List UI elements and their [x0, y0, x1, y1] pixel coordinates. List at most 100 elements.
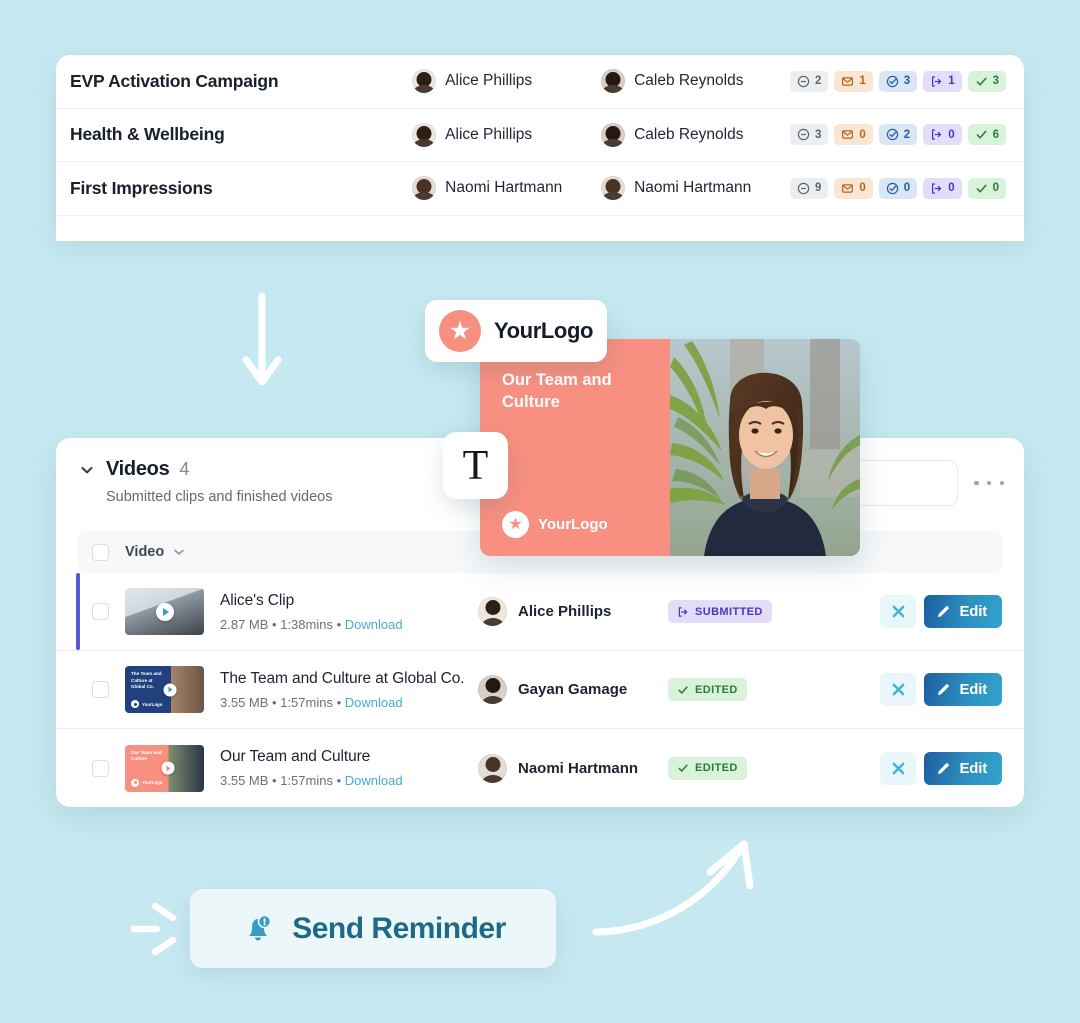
separator: •	[272, 616, 281, 632]
pencil-icon	[938, 683, 950, 696]
download-link[interactable]: Download	[345, 617, 403, 632]
status-badge[interactable]: 3	[878, 70, 918, 92]
edit-button[interactable]: Edit	[924, 673, 1002, 706]
submitted-icon	[932, 129, 942, 140]
down-arrow-icon	[242, 292, 282, 386]
pencil-icon	[938, 762, 950, 774]
text-tool-chip[interactable]: T	[443, 432, 508, 499]
videos-count: 4	[179, 459, 190, 479]
video-title: Alice's Clip	[220, 591, 295, 609]
download-link[interactable]: Download	[345, 773, 403, 788]
separator: •	[272, 773, 281, 788]
duration: 1:38mins	[280, 616, 333, 632]
logo-chip[interactable]: ★ YourLogo	[425, 300, 607, 362]
badge-count: 2	[814, 75, 822, 88]
file-size: 3.55 MB	[220, 694, 269, 710]
curved-arrow-decoration	[592, 840, 754, 936]
video-thumbnail[interactable]	[125, 588, 204, 635]
status-badge[interactable]: 1	[923, 70, 962, 92]
play-icon	[155, 602, 174, 621]
separator: •	[336, 694, 345, 710]
campaign-name: First Impressions	[70, 177, 213, 198]
chevron-down-icon[interactable]	[172, 545, 186, 559]
row-checkbox[interactable]	[92, 603, 109, 620]
badge-count: 0	[948, 128, 955, 141]
badge-count: 3	[903, 75, 911, 88]
text-tool-glyph: T	[462, 442, 489, 489]
status-badge[interactable]: 3	[967, 70, 1006, 92]
video-thumbnail[interactable]: The Team and Culture at Global Co. YourL…	[125, 666, 204, 713]
status-label: EDITED	[695, 683, 738, 696]
collapse-toggle[interactable]	[78, 461, 96, 479]
owner-name: Naomi Hartmann	[518, 759, 639, 777]
edit-button[interactable]: Edit	[924, 751, 1002, 785]
table-row-partial[interactable]	[56, 216, 1024, 242]
status-badge[interactable]: 0	[834, 124, 873, 146]
avatar	[601, 122, 626, 147]
remove-button[interactable]	[880, 751, 917, 785]
status-badge[interactable]: 9	[789, 177, 829, 199]
check-circle-icon	[886, 129, 899, 141]
more-options-button[interactable]	[974, 474, 1004, 492]
remove-button[interactable]	[880, 673, 917, 706]
status-badge[interactable]: 0	[834, 177, 873, 199]
row-checkbox[interactable]	[92, 681, 109, 698]
status-label: SUBMITTED	[695, 605, 763, 618]
star-icon	[131, 700, 139, 708]
send-reminder-label: Send Reminder	[292, 911, 506, 945]
table-row[interactable]: First Impressions Naomi Hartmann Naomi H…	[56, 162, 1024, 216]
status-badge[interactable]: 6	[967, 124, 1006, 146]
edit-label: Edit	[959, 759, 987, 777]
video-title: Our Team and Culture	[220, 748, 371, 765]
video-subtext: 3.55 MB • 1:57mins • Download	[220, 773, 478, 788]
check-circle-icon	[886, 182, 899, 194]
page-root: EVP Activation Campaign Alice Phillips C…	[0, 0, 1080, 1023]
list-item[interactable]: The Team and Culture at Global Co. YourL…	[56, 651, 1024, 729]
badge-count: 6	[992, 128, 999, 141]
file-size: 3.55 MB	[220, 773, 269, 788]
thumbnail-logo: YourLogo	[131, 778, 162, 787]
star-glyph: ★	[448, 316, 472, 345]
status-badge[interactable]: 0	[923, 124, 962, 146]
thumbnail-logo: YourLogo	[131, 700, 162, 708]
check-icon	[976, 184, 987, 193]
table-row[interactable]: Health & Wellbeing Alice Phillips Caleb …	[56, 109, 1024, 162]
status-badge[interactable]: 1	[834, 70, 873, 92]
select-all-checkbox[interactable]	[92, 543, 109, 561]
status-badge[interactable]: 3	[789, 124, 829, 146]
row-checkbox[interactable]	[92, 759, 109, 777]
status-badge-group: 3 0 2 0 6	[789, 124, 1006, 146]
campaign-owner: Alice Phillips	[412, 69, 601, 94]
play-icon	[163, 683, 177, 696]
status-badge[interactable]: 2	[878, 124, 918, 146]
remove-button[interactable]	[880, 595, 917, 628]
status-badge: EDITED	[668, 756, 747, 780]
row-actions: Edit	[880, 751, 1002, 785]
download-link[interactable]: Download	[345, 695, 403, 710]
file-size: 2.87 MB	[220, 616, 269, 632]
edit-label: Edit	[959, 603, 987, 620]
separator: •	[272, 694, 281, 710]
badge-count: 0	[859, 128, 866, 141]
table-row[interactable]: EVP Activation Campaign Alice Phillips C…	[56, 55, 1024, 109]
owner-name: Alice Phillips	[518, 603, 612, 620]
status-badge[interactable]: 0	[967, 177, 1006, 199]
edit-button[interactable]: Edit	[924, 595, 1002, 628]
avatar	[478, 675, 507, 704]
video-thumbnail[interactable]: Our Team and Culture YourLogo	[125, 744, 204, 792]
minus-circle-icon	[797, 182, 810, 194]
send-reminder-button[interactable]: Send Reminder	[190, 889, 556, 968]
status-badge[interactable]: 0	[878, 177, 918, 199]
dot	[986, 480, 992, 486]
status-badge[interactable]: 2	[789, 70, 829, 92]
owner-name: Alice Phillips	[445, 72, 533, 90]
video-preview-card[interactable]: Our Team and Culture ★ YourLogo	[480, 339, 860, 556]
status-badge[interactable]: 0	[923, 177, 962, 199]
minus-circle-icon	[797, 129, 810, 141]
list-item[interactable]: Alice's Clip 2.87 MB • 1:38mins • Downlo…	[56, 573, 1024, 651]
pencil-icon	[938, 605, 950, 618]
list-item[interactable]: Our Team and Culture YourLogo Our Team a…	[56, 729, 1024, 807]
status-badge: EDITED	[668, 678, 747, 701]
check-icon	[678, 685, 688, 694]
preview-logo-text: YourLogo	[538, 516, 608, 533]
